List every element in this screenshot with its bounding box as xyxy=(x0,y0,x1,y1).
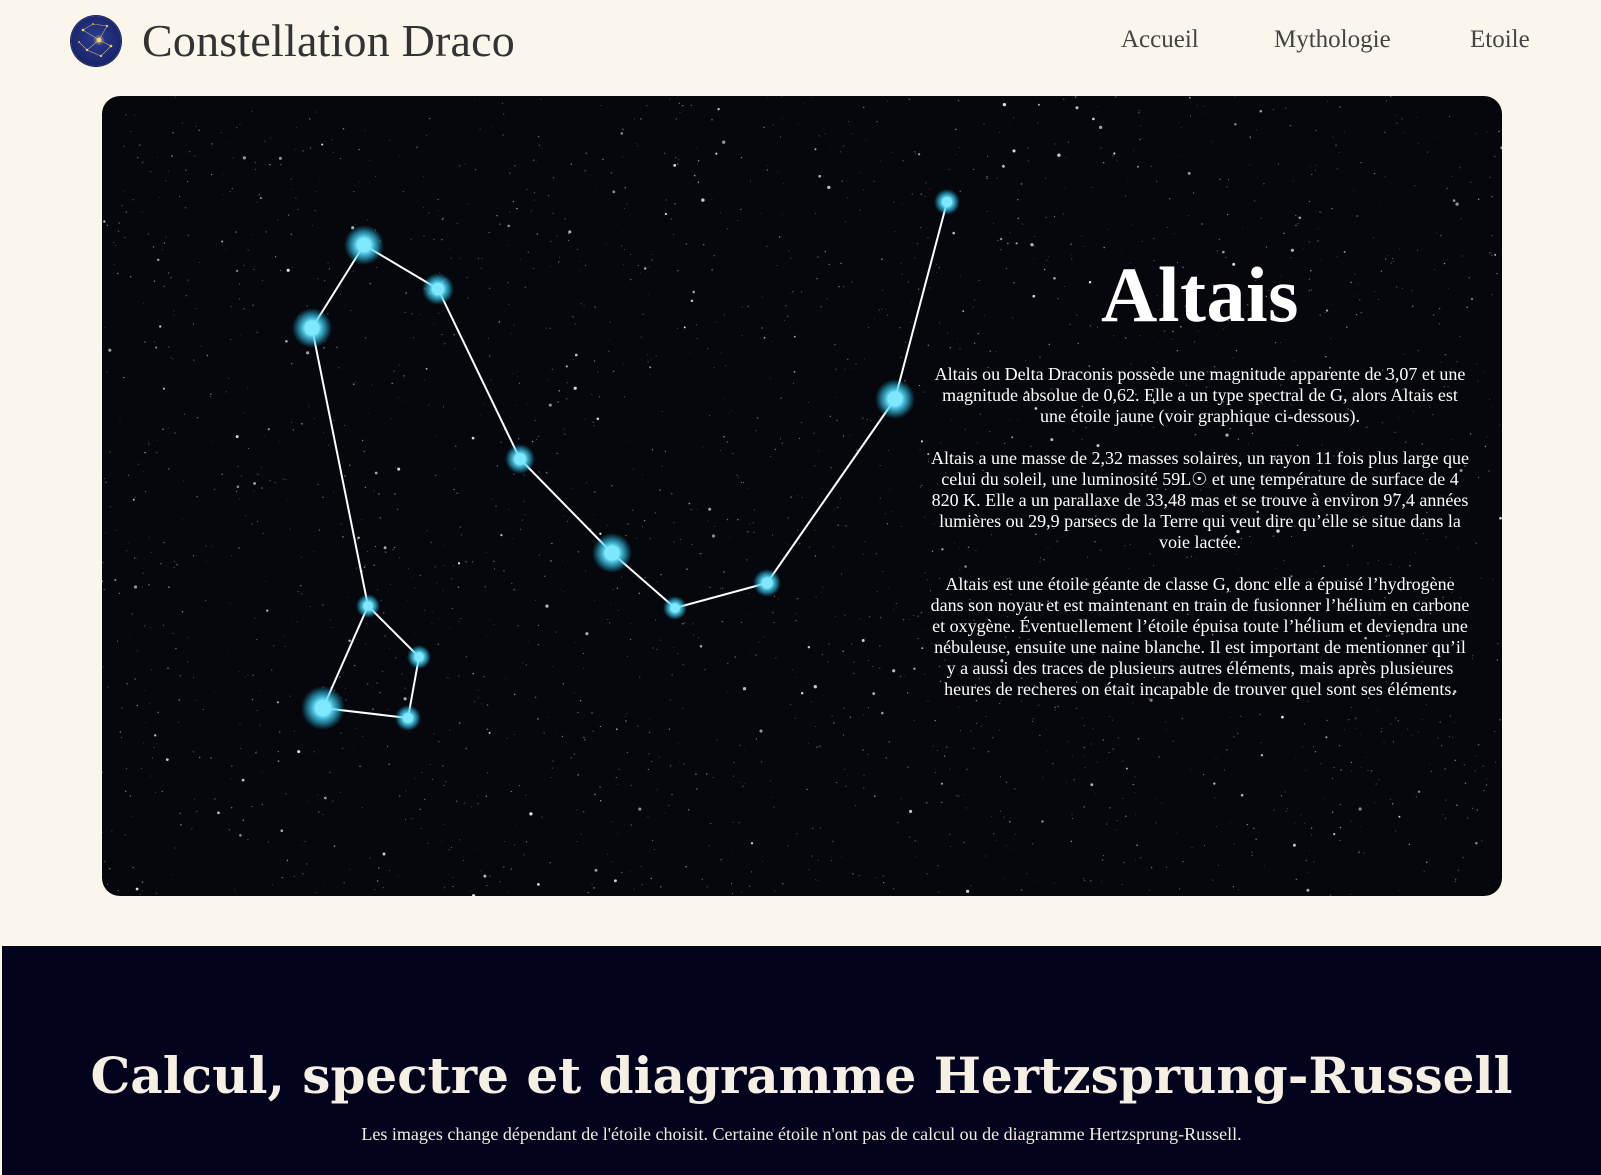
star-marker[interactable] xyxy=(292,308,332,348)
nav-link-accueil[interactable]: Accueil xyxy=(1121,26,1199,54)
star-marker-altais[interactable] xyxy=(875,379,915,419)
star-hero: Altais Altais ou Delta Draconis possède … xyxy=(102,96,1502,896)
calc-section: Calcul, spectre et diagramme Hertzsprung… xyxy=(2,946,1601,1175)
star-marker[interactable] xyxy=(505,444,535,474)
star-marker[interactable] xyxy=(407,645,431,669)
star-paragraph-evolution: Altais est une étoile géante de classe G… xyxy=(930,574,1470,699)
star-marker[interactable] xyxy=(301,686,345,730)
star-marker[interactable] xyxy=(395,705,421,731)
constellation-line-tail xyxy=(311,327,421,720)
constellation-lines xyxy=(311,201,948,720)
calc-title: Calcul, spectre et diagramme Hertzsprung… xyxy=(90,1046,1513,1105)
star-paragraph-physical: Altais a une masse de 2,32 masses solair… xyxy=(931,448,1469,552)
star-marker[interactable] xyxy=(663,596,687,620)
star-marker[interactable] xyxy=(344,225,384,265)
star-marker[interactable] xyxy=(592,533,632,573)
star-marker[interactable] xyxy=(753,569,781,597)
star-paragraph-magnitude: Altais ou Delta Draconis possède une mag… xyxy=(934,364,1466,426)
site-header: Constellation Draco Accueil Mythologie E… xyxy=(0,0,1601,85)
star-description: Altais Altais ou Delta Draconis possède … xyxy=(920,256,1480,721)
star-marker[interactable] xyxy=(422,273,454,305)
star-title: Altais xyxy=(1101,251,1299,338)
nav-link-mythologie[interactable]: Mythologie xyxy=(1274,26,1391,54)
calc-subtitle: Les images change dépendant de l'étoile … xyxy=(361,1124,1242,1144)
star-marker[interactable] xyxy=(934,189,960,215)
star-marker[interactable] xyxy=(356,594,380,618)
nav-link-etoile[interactable]: Etoile xyxy=(1470,26,1530,54)
main-nav: Accueil Mythologie Etoile xyxy=(0,26,1601,56)
